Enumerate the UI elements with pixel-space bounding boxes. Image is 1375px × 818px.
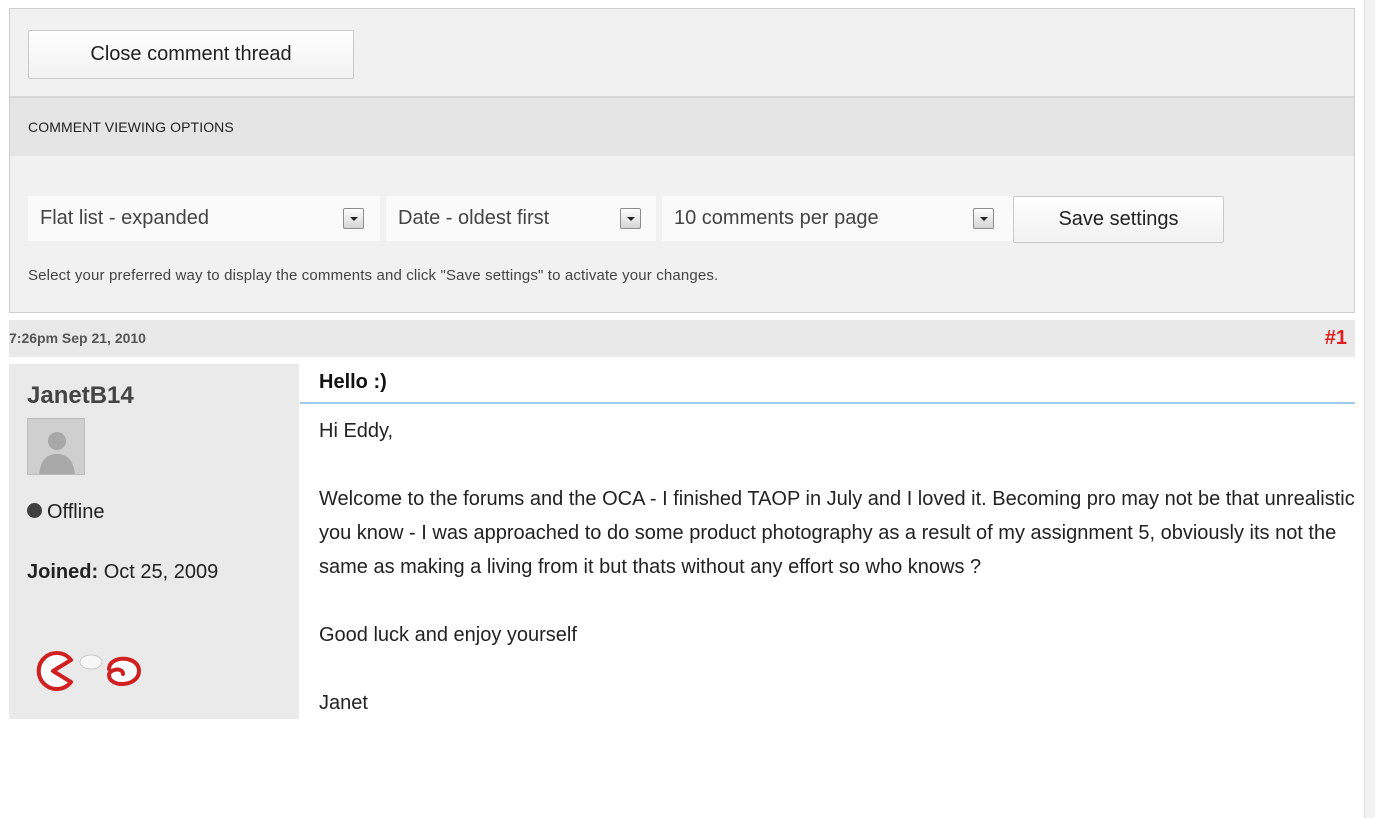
author-name-link[interactable]: JanetB14 [27,382,134,410]
comment-viewing-options-header: COMMENT VIEWING OPTIONS [10,98,1354,156]
per-page-value: 10 comments per page [674,207,879,229]
author-status-text: Offline [47,501,105,523]
close-comment-thread-button[interactable]: Close comment thread [28,30,354,79]
per-page-select[interactable]: 10 comments per page [662,196,1014,241]
comment-viewing-options-form: Flat list - expanded Date - oldest first… [10,156,1354,310]
comment-title: Hello :) [300,364,1355,404]
status-dot-icon [27,503,42,518]
joined-label: Joined: [27,561,99,583]
comment-number-link[interactable]: #1 [1325,320,1347,357]
chevron-down-icon[interactable] [973,208,994,229]
chevron-down-icon[interactable] [343,208,364,229]
comment-meta-bar: 7:26pm Sep 21, 2010 #1 [9,320,1355,357]
author-joined: Joined: Oct 25, 2009 [27,561,218,584]
comment-signature: Janet [319,692,368,714]
comment-post: Hello :) Hi Eddy, Welcome to the forums … [300,364,1355,720]
viewing-options-help-text: Select your preferred way to display the… [28,267,719,284]
author-status: Offline [27,501,104,524]
sort-order-select[interactable]: Date - oldest first [386,196,656,241]
comment-timestamp: 7:26pm Sep 21, 2010 [9,330,146,346]
save-settings-button[interactable]: Save settings [1013,196,1224,243]
chevron-down-icon[interactable] [620,208,641,229]
close-thread-row: Close comment thread [10,9,1354,98]
comment-closing: Good luck and enjoy yourself [319,624,577,646]
comment-options-panel: Close comment thread COMMENT VIEWING OPT… [9,8,1355,313]
display-mode-select[interactable]: Flat list - expanded [28,196,380,241]
display-mode-value: Flat list - expanded [40,207,209,229]
scrollbar-track[interactable] [1364,0,1375,818]
default-user-avatar-icon[interactable] [27,418,85,475]
comment-body: Hi Eddy, Welcome to the forums and the O… [300,404,1355,720]
comment-greeting: Hi Eddy, [319,420,394,442]
comment-paragraph: Welcome to the forums and the OCA - I fi… [319,488,1355,578]
comments-section: Close comment thread COMMENT VIEWING OPT… [0,0,1364,818]
speech-bubbles-icon [27,644,167,696]
joined-date: Oct 25, 2009 [103,561,219,583]
sort-order-value: Date - oldest first [398,207,550,229]
author-panel: JanetB14 Offline Joined: Oct 25, 2009 [9,364,299,719]
